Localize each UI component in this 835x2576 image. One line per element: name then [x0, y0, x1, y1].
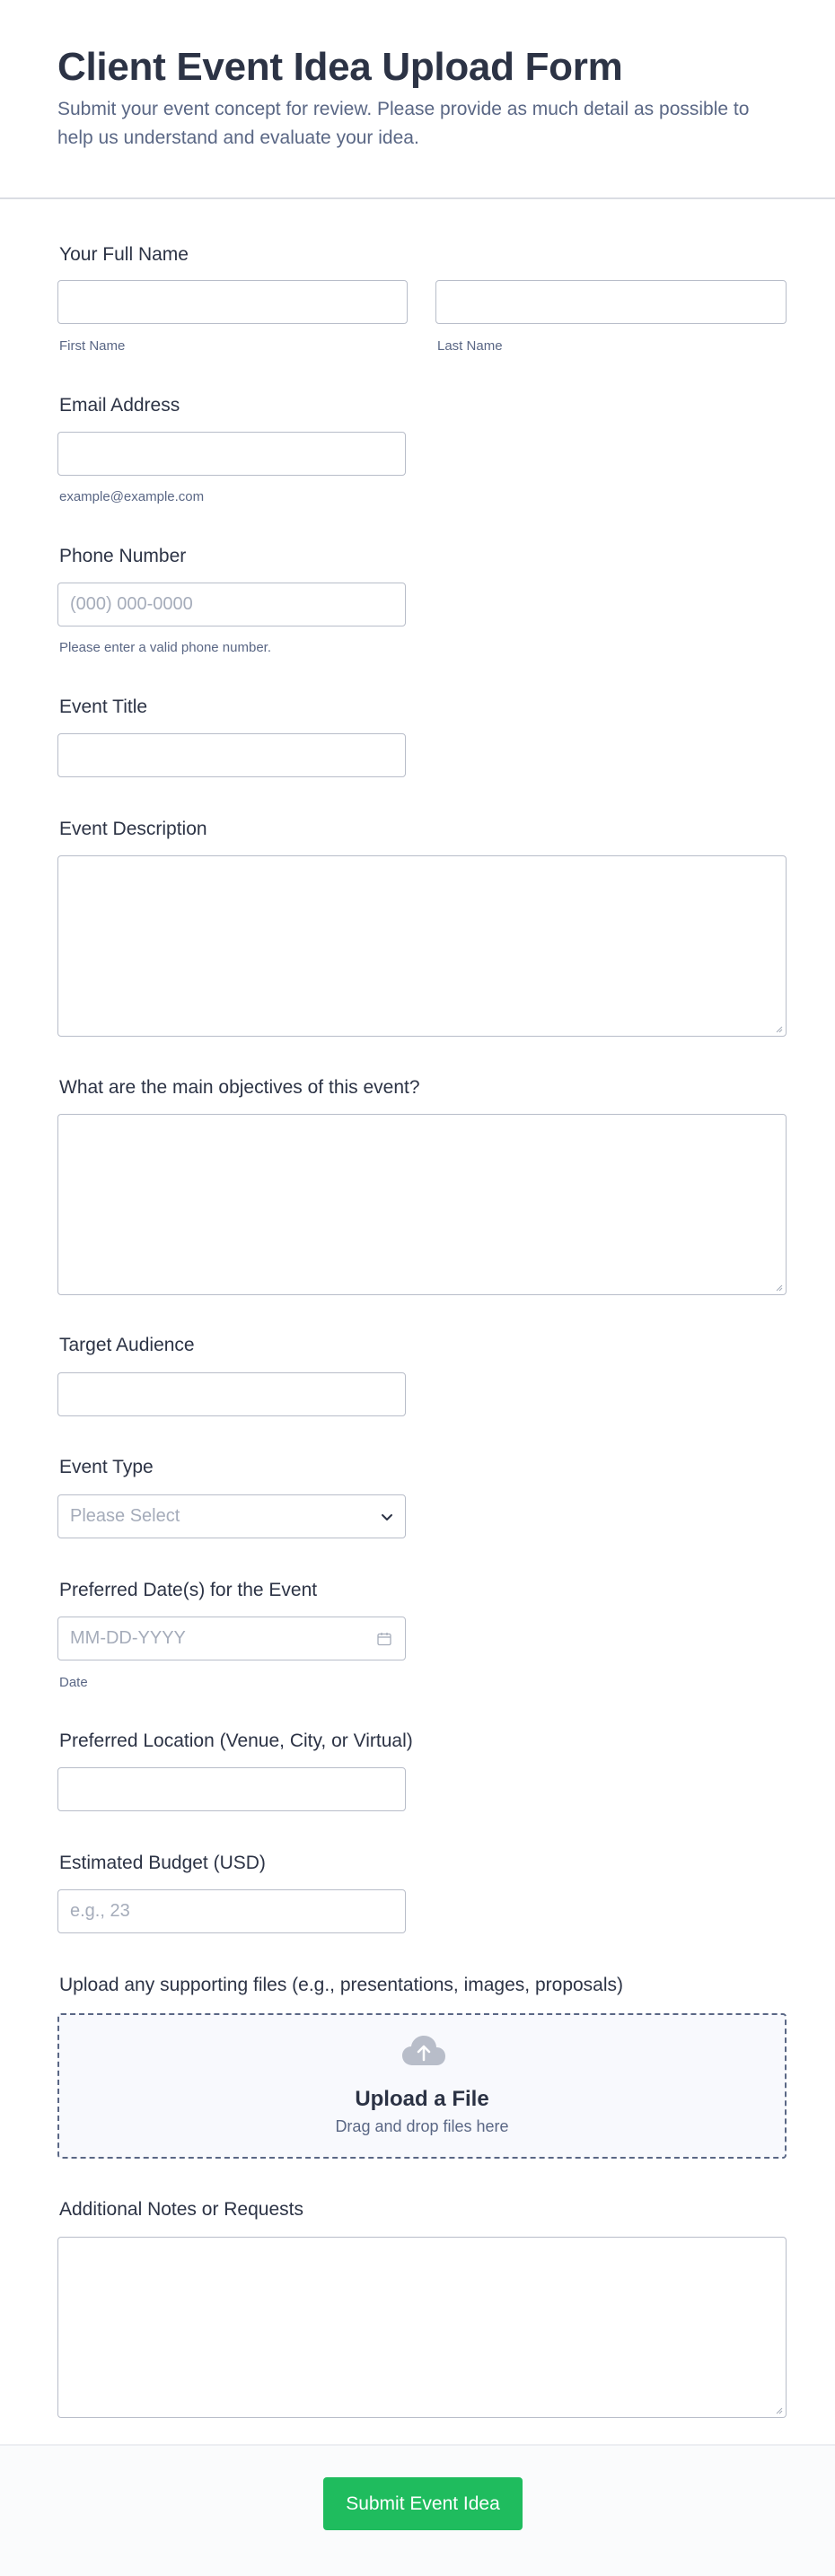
- budget-input[interactable]: e.g., 23: [57, 1889, 406, 1933]
- phone-placeholder: (000) 000-0000: [70, 594, 193, 614]
- first-name-input[interactable]: [57, 280, 408, 324]
- event-description-label: Event Description: [59, 819, 207, 839]
- phone-field[interactable]: (000) 000-0000: [57, 583, 406, 626]
- last-name-input[interactable]: [435, 280, 787, 324]
- resize-grip-icon[interactable]: [774, 2405, 783, 2414]
- phone-label: Phone Number: [59, 546, 187, 566]
- objectives-label: What are the main objectives of this eve…: [59, 1077, 420, 1098]
- file-upload-dropzone[interactable]: Upload a File Drag and drop files here: [57, 2013, 787, 2159]
- form-footer: Submit Event Idea: [0, 2446, 835, 2576]
- email-field[interactable]: [57, 432, 406, 476]
- form-header: Client Event Idea Upload Form Submit you…: [0, 0, 835, 199]
- upload-title: Upload a File: [355, 2087, 489, 2111]
- resize-grip-icon[interactable]: [774, 1283, 783, 1292]
- target-audience-input[interactable]: [57, 1372, 406, 1416]
- preferred-dates-label: Preferred Date(s) for the Event: [59, 1580, 318, 1600]
- budget-placeholder: e.g., 23: [70, 1901, 130, 1921]
- event-title-label: Event Title: [59, 697, 148, 717]
- resize-grip-icon[interactable]: [774, 1024, 783, 1033]
- notes-textarea[interactable]: [57, 2237, 787, 2418]
- upload-label: Upload any supporting files (e.g., prese…: [59, 1975, 624, 1995]
- event-type-selected-value: Please Select: [70, 1506, 180, 1526]
- objectives-textarea[interactable]: [57, 1114, 787, 1295]
- page-subtitle: Submit your event concept for review. Pl…: [57, 99, 750, 148]
- event-type-select[interactable]: Please Select: [57, 1494, 406, 1538]
- calendar-icon[interactable]: [376, 1631, 392, 1647]
- event-title-input[interactable]: [57, 733, 406, 777]
- event-type-label: Event Type: [59, 1457, 154, 1477]
- email-label: Email Address: [59, 395, 180, 416]
- location-input[interactable]: [57, 1767, 406, 1811]
- page-title: Client Event Idea Upload Form: [57, 45, 623, 89]
- location-label: Preferred Location (Venue, City, or Virt…: [59, 1730, 413, 1751]
- upload-subtitle: Drag and drop files here: [335, 2117, 509, 2135]
- event-description-textarea[interactable]: [57, 855, 787, 1037]
- first-name-sublabel: First Name: [59, 338, 126, 354]
- last-name-sublabel: Last Name: [437, 338, 503, 354]
- email-sublabel: example@example.com: [59, 489, 205, 504]
- notes-label: Additional Notes or Requests: [59, 2199, 303, 2220]
- date-sublabel: Date: [59, 1675, 88, 1690]
- cloud-upload-icon: [402, 2036, 445, 2065]
- preferred-date-input[interactable]: MM-DD-YYYY: [57, 1617, 406, 1660]
- phone-sublabel: Please enter a valid phone number.: [59, 640, 271, 655]
- submit-button[interactable]: Submit Event Idea: [323, 2477, 523, 2530]
- full-name-label: Your Full Name: [59, 244, 189, 265]
- chevron-down-icon: [382, 1514, 392, 1520]
- date-placeholder: MM-DD-YYYY: [70, 1628, 186, 1648]
- target-audience-label: Target Audience: [59, 1335, 195, 1355]
- budget-label: Estimated Budget (USD): [59, 1853, 266, 1873]
